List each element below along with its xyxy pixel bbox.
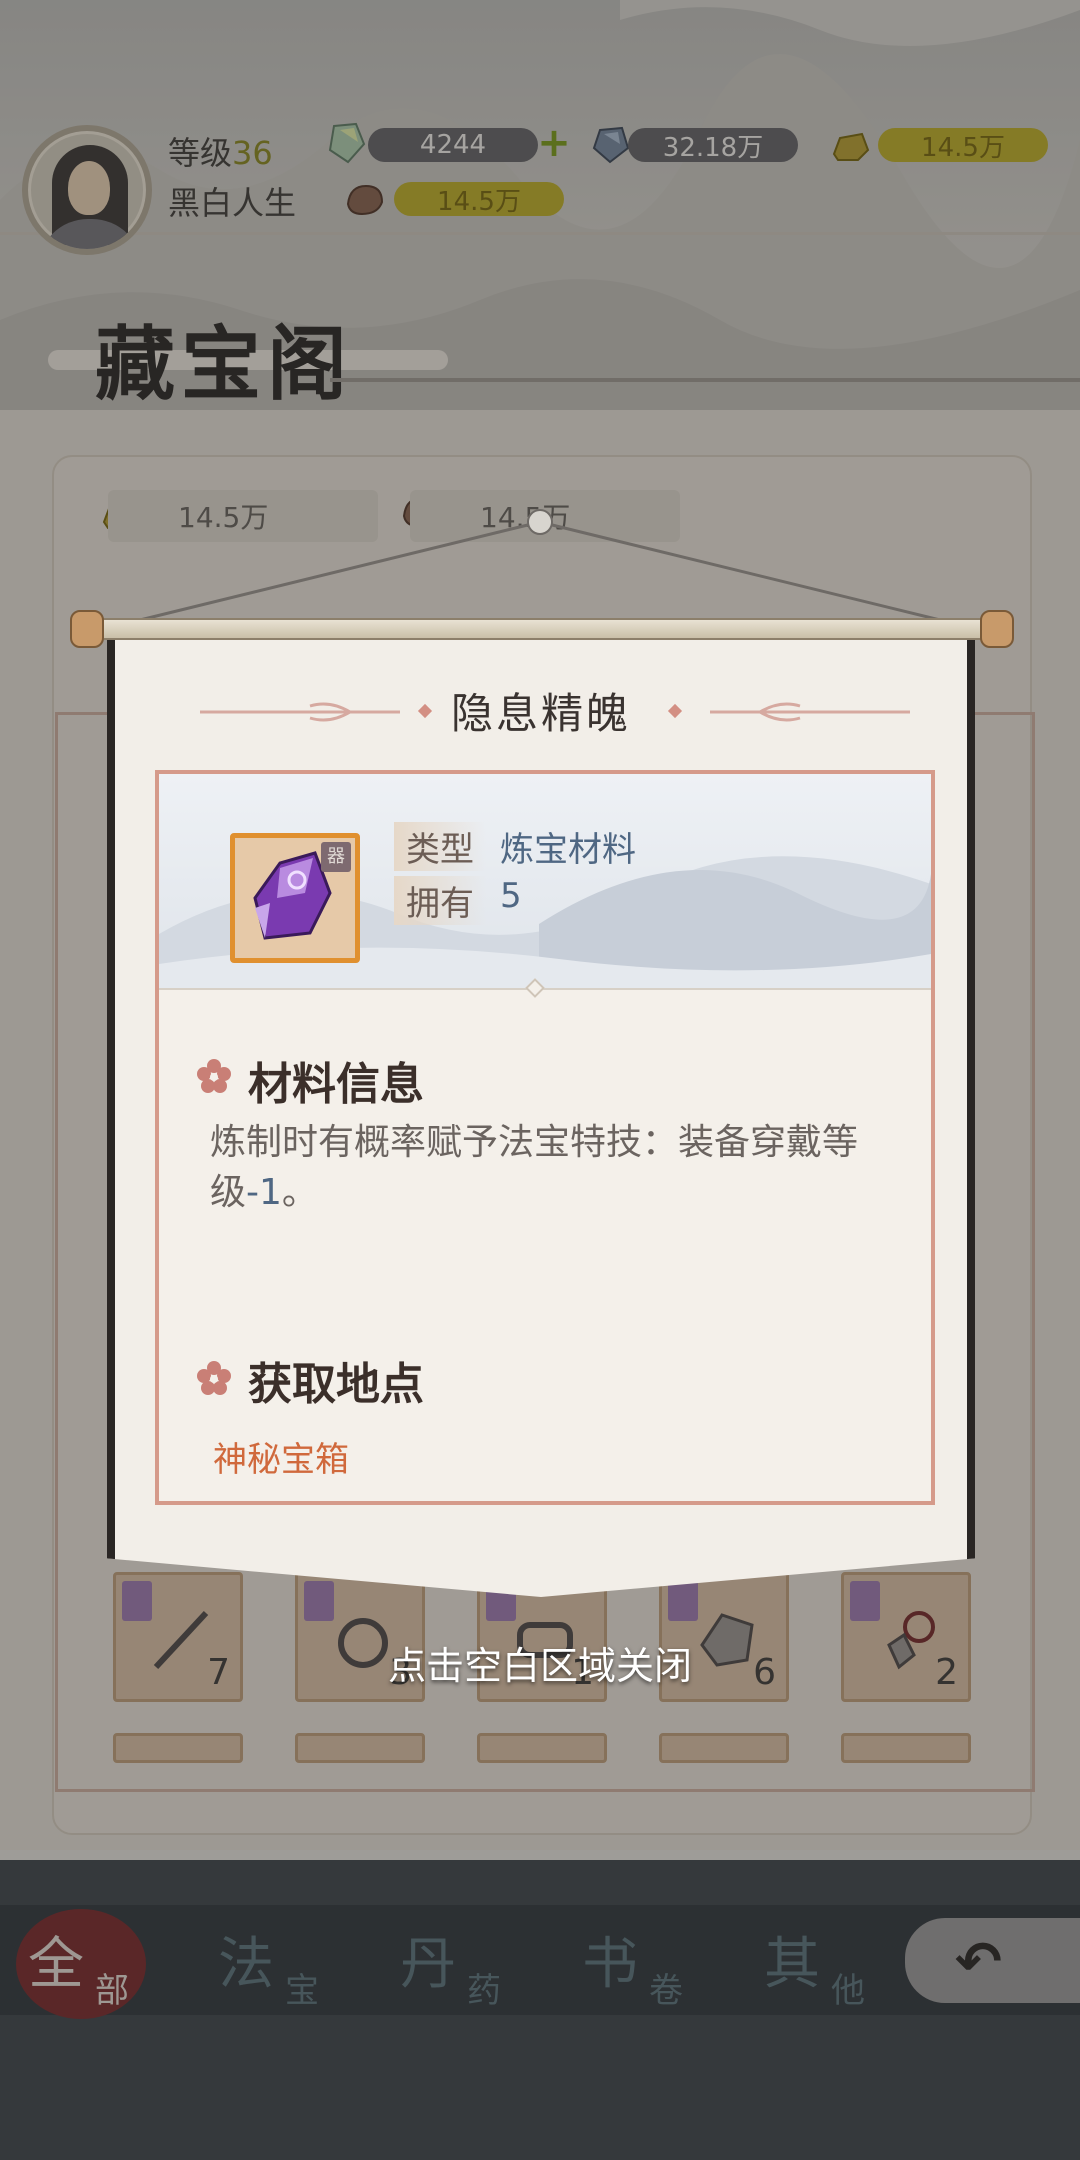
scroll-rod [70, 618, 1010, 640]
description-end: 。 [281, 1172, 318, 1213]
item-icon: 器 [230, 833, 360, 963]
description-highlight: -1 [246, 1172, 282, 1213]
close-hint: 点击空白区域关闭 [387, 1644, 692, 1688]
material-description: 炼制时有概率赋予法宝特技：装备穿戴等级-1。 [210, 1118, 870, 1218]
own-value: 5 [500, 876, 522, 916]
source-heading: 获取地点 [248, 1359, 424, 1410]
item-tag-badge: 器 [321, 842, 351, 872]
type-value: 炼宝材料 [500, 830, 636, 870]
title-ornament-right [667, 702, 910, 722]
flower-icon [197, 1361, 231, 1395]
scroll-rod-end-left [70, 610, 104, 648]
info-divider [159, 988, 931, 990]
type-label: 类型 [394, 822, 486, 871]
flower-icon [197, 1059, 231, 1093]
own-label: 拥有 [394, 876, 486, 925]
source-link[interactable]: 神秘宝箱 [213, 1432, 349, 1481]
scroll-rod-end-right [980, 610, 1014, 648]
material-info-heading: 材料信息 [248, 1059, 424, 1110]
